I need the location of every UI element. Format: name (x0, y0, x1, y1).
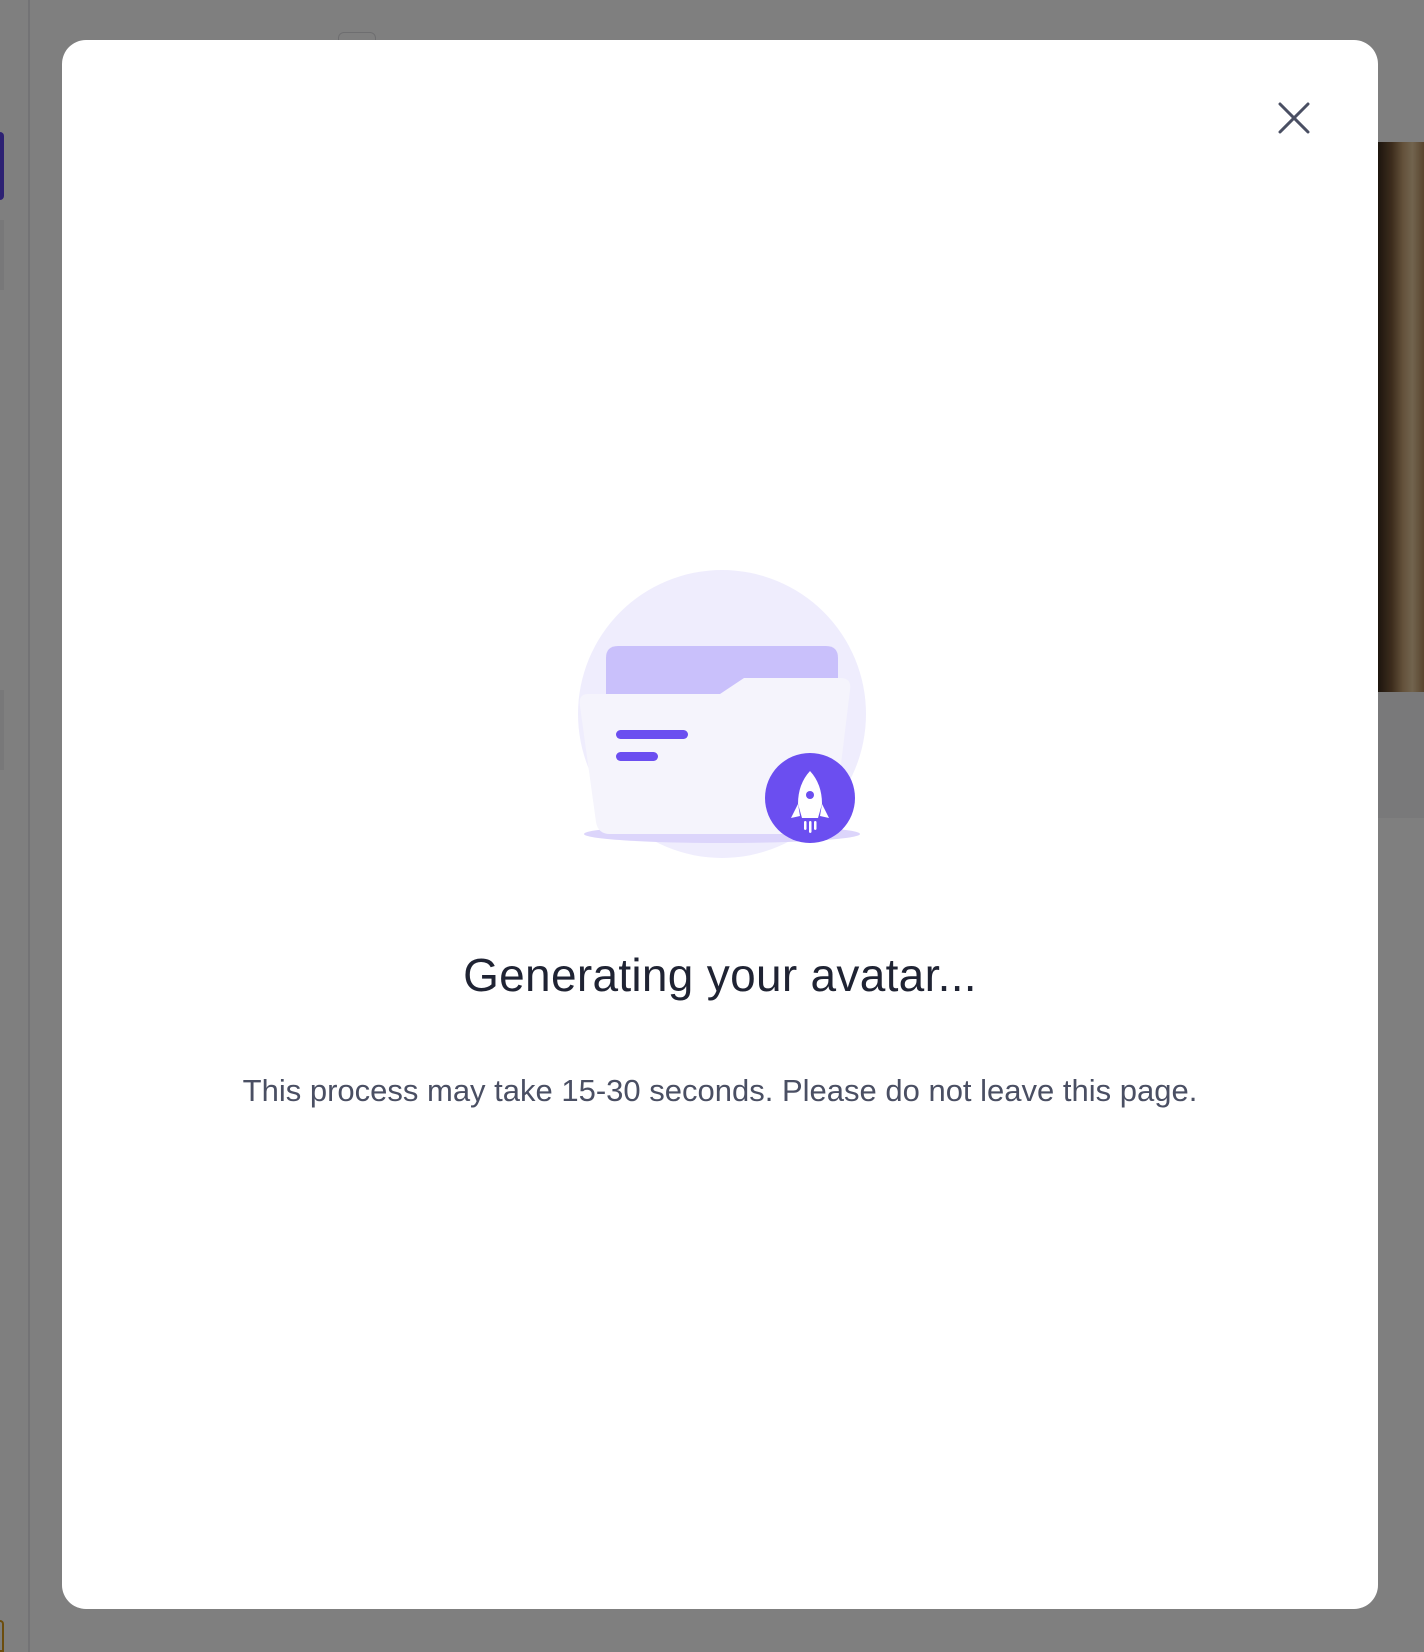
modal-message: This process may take 15-30 seconds. Ple… (242, 1073, 1198, 1108)
close-icon (1278, 102, 1310, 134)
folder-rocket-icon (578, 570, 866, 858)
modal-title: Generating your avatar... (463, 949, 977, 1001)
close-button[interactable] (1272, 96, 1316, 140)
app-page: Generating your avatar... This process m… (0, 0, 1424, 1652)
generating-avatar-modal: Generating your avatar... This process m… (62, 40, 1378, 1609)
